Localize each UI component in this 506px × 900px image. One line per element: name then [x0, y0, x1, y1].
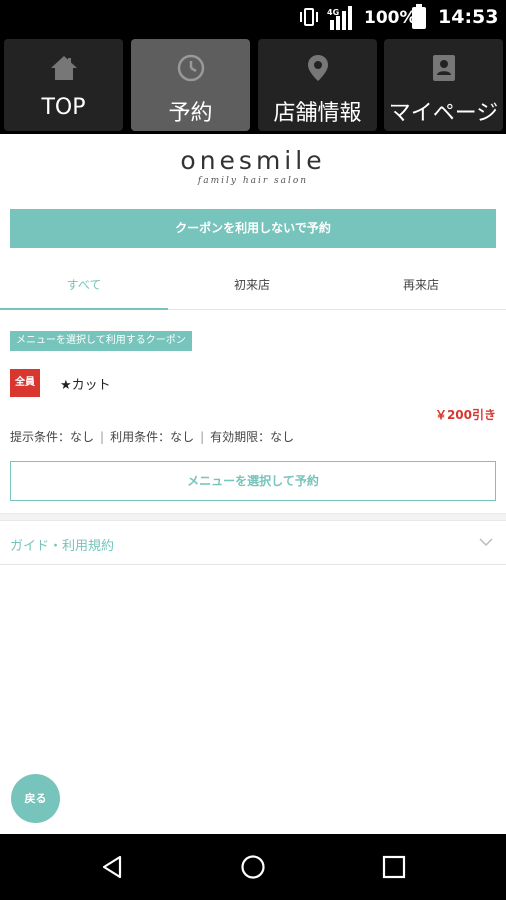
status-bar: 4G 100% 14:53	[0, 0, 506, 36]
nav-tab-label: 予約	[168, 101, 213, 126]
coupon-discount: ￥200引き	[434, 408, 496, 422]
condition-use: 利用条件：なし	[110, 430, 195, 444]
divider: |	[100, 430, 105, 444]
network-type: 4G	[327, 8, 339, 17]
back-button[interactable]: 戻る	[11, 774, 60, 823]
profile-card-icon	[432, 55, 455, 81]
logo-main-text: onesmile	[180, 146, 326, 175]
nav-tab-label: TOP	[41, 95, 86, 120]
home-circle-icon[interactable]	[240, 854, 266, 880]
android-navigation-bar	[0, 834, 506, 900]
clock-icon	[177, 54, 204, 82]
section-divider	[0, 513, 506, 521]
home-icon	[50, 56, 77, 80]
nav-tab-reservation[interactable]: 予約	[131, 39, 250, 131]
guide-terms-label: ガイド・利用規約	[10, 539, 115, 554]
back-triangle-icon[interactable]	[100, 854, 126, 880]
coupon-target-badge: 全員	[10, 369, 40, 397]
tab-all[interactable]: すべて	[0, 262, 168, 310]
signal-icon: 4G	[327, 6, 352, 30]
divider: |	[200, 430, 205, 444]
salon-logo: onesmile family hair salon	[0, 146, 506, 186]
guide-terms-row[interactable]: ガイド・利用規約	[0, 522, 506, 565]
logo-sub-text: family hair salon	[197, 176, 309, 186]
select-menu-reserve-button[interactable]: メニューを選択して予約	[10, 461, 496, 501]
nav-tab-label: マイページ	[388, 101, 499, 126]
location-pin-icon	[307, 55, 328, 81]
coupon-filter-tabs: すべて 初来店 再来店	[0, 262, 506, 310]
battery-icon	[412, 4, 426, 29]
nav-tab-my-page[interactable]: マイページ	[384, 39, 503, 131]
tab-return-visit[interactable]: 再来店	[336, 262, 506, 310]
condition-present: 提示条件：なし	[10, 430, 95, 444]
clock-time: 14:53	[438, 6, 499, 28]
coupon-type-tag: メニューを選択して利用するクーポン	[10, 331, 192, 351]
condition-expiry: 有効期限：なし	[210, 430, 295, 444]
reserve-without-coupon-button[interactable]: クーポンを利用しないで予約	[10, 209, 496, 248]
coupon-conditions: 提示条件：なし | 利用条件：なし | 有効期限：なし	[10, 428, 294, 445]
vibrate-icon	[300, 8, 318, 26]
recents-square-icon[interactable]	[381, 854, 407, 880]
tab-first-visit[interactable]: 初来店	[168, 262, 336, 310]
coupon-name: ★カット	[60, 378, 111, 393]
battery-percent: 100%	[364, 8, 417, 28]
main-content: onesmile family hair salon クーポンを利用しないで予約…	[0, 134, 506, 834]
nav-tab-top[interactable]: TOP	[4, 39, 123, 131]
chevron-down-icon	[479, 538, 493, 547]
nav-tab-store-info[interactable]: 店舗情報	[258, 39, 377, 131]
nav-tab-label: 店舗情報	[273, 101, 362, 126]
top-navigation: TOP 予約 店舗情報 マイページ	[0, 36, 506, 134]
